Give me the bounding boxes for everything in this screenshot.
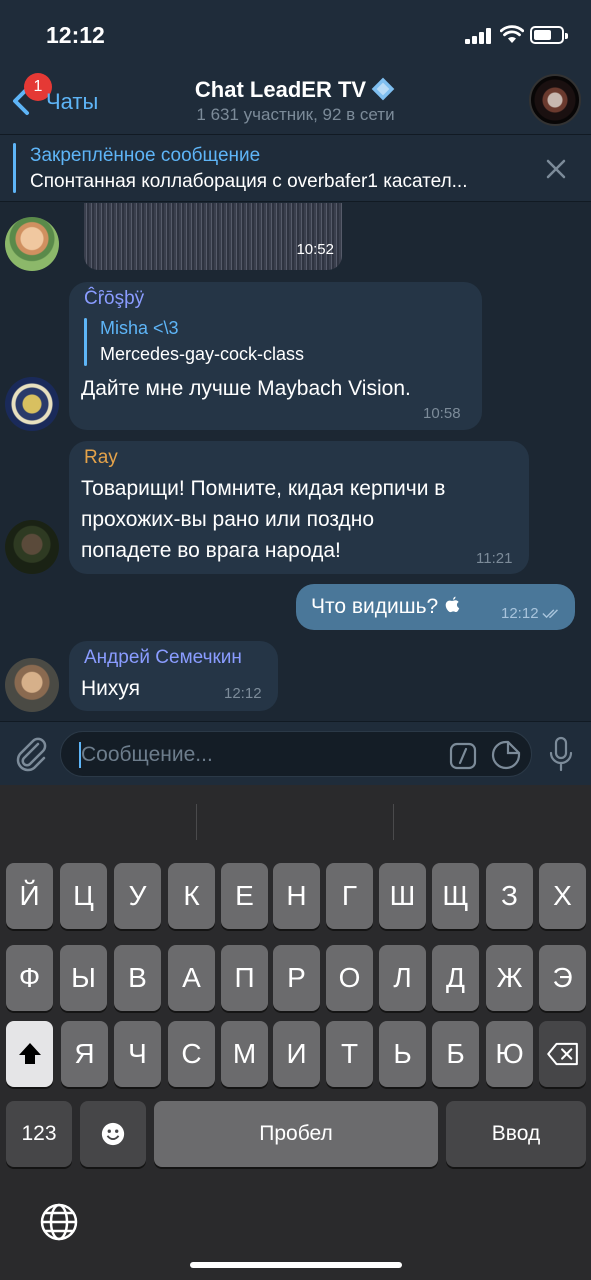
key[interactable]: Ш [379, 863, 426, 929]
message-bubble[interactable]: Ray Товарищи! Помните, кидая керпичи в п… [69, 441, 529, 574]
key[interactable]: Е [221, 863, 268, 929]
key[interactable]: Н [273, 863, 320, 929]
key[interactable]: Щ [432, 863, 479, 929]
status-time: 12:12 [46, 22, 105, 48]
key[interactable]: Й [6, 863, 53, 929]
chat-title-text: Chat LeadER TV [194, 77, 367, 102]
sender-name: Андрей Семечкин [84, 647, 242, 668]
key[interactable]: У [114, 863, 161, 929]
message-bubble[interactable]: Андрей Семечкин Нихуя 12:12 [69, 641, 278, 711]
avatar[interactable] [5, 658, 59, 712]
shift-key[interactable] [6, 1021, 53, 1087]
backspace-key[interactable] [539, 1021, 586, 1087]
pinned-title: Закреплённое сообщение [30, 145, 261, 166]
message-bubble[interactable]: Ĉȓōşþÿ Misha <\3 Mercedes-gay-cock-class… [69, 282, 482, 430]
chat-avatar[interactable] [529, 74, 581, 126]
wifi-icon [500, 25, 524, 43]
verified-icon [371, 77, 395, 101]
message-text-line: Товарищи! Помните, кидая керпичи в [81, 477, 446, 500]
key[interactable]: Ц [60, 863, 107, 929]
emoji-key[interactable] [80, 1101, 146, 1167]
pinned-text: Спонтанная коллаборация с overbafer1 кас… [30, 171, 468, 192]
key[interactable]: А [168, 945, 215, 1011]
sender-name: Ray [84, 447, 118, 468]
reply-accent-bar [84, 318, 87, 366]
message-time: 12:12 [501, 605, 539, 622]
composer-bar: Сообщение... [0, 721, 591, 785]
message-text: Что видишь? [311, 591, 461, 622]
key[interactable]: Ь [379, 1021, 426, 1087]
key[interactable]: М [221, 1021, 268, 1087]
shift-arrow-icon [18, 1043, 41, 1064]
key[interactable]: Ы [60, 945, 107, 1011]
close-icon[interactable] [542, 155, 570, 183]
bot-commands-icon[interactable] [449, 742, 477, 770]
key[interactable]: Д [432, 945, 479, 1011]
key[interactable]: З [486, 863, 533, 929]
predictive-separator [393, 804, 394, 840]
avatar[interactable] [5, 217, 59, 271]
key[interactable]: Э [539, 945, 586, 1011]
key[interactable]: Л [379, 945, 426, 1011]
home-indicator[interactable] [190, 1262, 402, 1268]
chat-header: 1 Чаты Chat LeadER TV 1 631 участник, 92… [0, 66, 591, 134]
reply-author: Misha <\3 [100, 318, 179, 338]
key[interactable]: П [221, 945, 268, 1011]
return-key[interactable]: Ввод [446, 1101, 586, 1167]
avatar[interactable] [5, 520, 59, 574]
outgoing-message-bubble[interactable]: Что видишь? 12:12 [296, 584, 575, 630]
video-message[interactable]: 10:52 [84, 203, 342, 270]
key[interactable]: Х [539, 863, 586, 929]
chat-title[interactable]: Chat LeadER TV [0, 76, 591, 103]
message-input-placeholder: Сообщение... [81, 743, 213, 766]
message-input[interactable]: Сообщение... [60, 731, 532, 777]
key[interactable]: Я [61, 1021, 108, 1087]
key[interactable]: О [326, 945, 373, 1011]
message-time: 12:12 [224, 685, 262, 702]
key[interactable]: Ю [486, 1021, 533, 1087]
message-text-line: прохожих-вы рано или поздно [81, 508, 375, 531]
key[interactable]: Ж [486, 945, 533, 1011]
predictive-separator [196, 804, 197, 840]
key[interactable]: Р [273, 945, 320, 1011]
pinned-message[interactable]: Закреплённое сообщение Спонтанная коллаб… [0, 134, 591, 202]
keyboard: Й Ц У К Е Н Г Ш Щ З Х Ф Ы В А П Р О Л Д … [0, 785, 591, 1280]
read-checkmarks-icon [542, 609, 558, 619]
key[interactable]: К [168, 863, 215, 929]
message-text: Нихуя [81, 677, 141, 700]
pinned-accent-bar [13, 143, 16, 193]
message-time: 10:58 [423, 405, 461, 422]
microphone-icon[interactable] [548, 736, 574, 774]
space-key[interactable]: Пробел [154, 1101, 438, 1167]
reply-text: Mercedes-gay-cock-class [100, 344, 305, 364]
key[interactable]: Б [432, 1021, 479, 1087]
key[interactable]: И [273, 1021, 320, 1087]
message-text-line: попадете во врага народа! [81, 539, 341, 562]
avatar[interactable] [5, 377, 59, 431]
predictive-bar [0, 785, 591, 857]
sender-name: Ĉȓōşþÿ [84, 288, 145, 309]
key[interactable]: Ф [6, 945, 53, 1011]
message-time: 10:52 [296, 241, 334, 258]
emoji-icon [101, 1122, 125, 1146]
key[interactable]: Т [326, 1021, 373, 1087]
backspace-icon [546, 1042, 578, 1066]
status-bar: 12:12 [0, 0, 591, 66]
message-text-content: Что видишь? [311, 595, 445, 618]
battery-icon [530, 26, 568, 44]
paperclip-icon[interactable] [14, 736, 48, 772]
apple-icon [445, 596, 460, 613]
chat-subtitle: 1 631 участник, 92 в сети [196, 105, 395, 124]
cellular-signal-icon [465, 28, 493, 44]
message-text: Дайте мне лучше Maybach Vision. [81, 377, 411, 400]
key[interactable]: В [114, 945, 161, 1011]
message-list[interactable]: 10:52 Ĉȓōşþÿ Misha <\3 Mercedes-gay-cock… [0, 203, 591, 721]
sticker-icon[interactable] [491, 740, 521, 770]
globe-icon[interactable] [39, 1202, 79, 1242]
key[interactable]: С [168, 1021, 215, 1087]
key[interactable]: Ч [114, 1021, 161, 1087]
numbers-key[interactable]: 123 [6, 1101, 72, 1167]
key[interactable]: Г [326, 863, 373, 929]
message-time: 11:21 [476, 550, 513, 567]
